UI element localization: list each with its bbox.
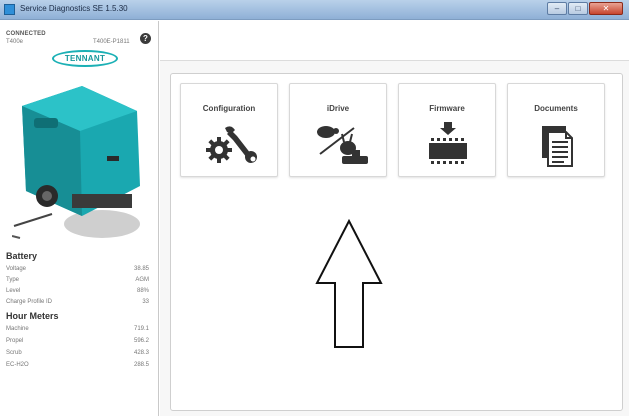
machine-image (12, 86, 140, 239)
machine-serial: T400E-P1811 (93, 39, 130, 45)
main-content: Configuration iDrive Firmware Documents (160, 21, 629, 416)
scrub-hours-label: Scrub (6, 350, 22, 356)
documents-tile-label: Documents (534, 104, 578, 113)
window-titlebar: Service Diagnostics SE 1.5.30 – □ ✕ (0, 0, 629, 20)
window-title: Service Diagnostics SE 1.5.30 (20, 4, 128, 13)
propel-hours-value: 596.2 (133, 338, 149, 344)
scrub-hours-row: Scrub 428.3 (6, 350, 149, 360)
window-controls: – □ ✕ (547, 2, 623, 16)
documents-icon (542, 126, 573, 167)
battery-voltage-value: 38.85 (133, 266, 149, 272)
brand-logo: TENNANT (52, 50, 118, 67)
firmware-tile[interactable]: Firmware (398, 83, 496, 177)
battery-type-row: Type AGM (6, 277, 149, 287)
firmware-chip-download-icon (429, 122, 467, 164)
help-icon[interactable]: ? (140, 33, 151, 44)
machine-hours-value: 719.1 (133, 326, 149, 332)
hour-meters-section-title: Hour Meters (6, 311, 59, 321)
ec-h2o-hours-value: 288.5 (133, 362, 149, 368)
ec-h2o-hours-row: EC-H2O 288.5 (6, 362, 149, 372)
battery-voltage-label: Voltage (6, 266, 27, 272)
charge-profile-label: Charge Profile ID (6, 299, 53, 305)
idrive-tile[interactable]: iDrive (289, 83, 387, 177)
battery-level-label: Level (6, 288, 21, 294)
maximize-button[interactable]: □ (568, 2, 588, 15)
documents-tile[interactable]: Documents (507, 83, 605, 177)
battery-type-value: AGM (135, 277, 149, 283)
battery-level-row: Level 88% (6, 288, 149, 298)
machine-hours-label: Machine (6, 326, 29, 332)
battery-voltage-row: Voltage 38.85 (6, 266, 149, 276)
close-button[interactable]: ✕ (589, 2, 623, 15)
machine-model: T400e (6, 39, 24, 45)
idrive-tile-label: iDrive (326, 104, 350, 113)
idrive-turtle-rabbit-icon (317, 126, 368, 164)
propel-hours-row: Propel 596.2 (6, 338, 149, 348)
connection-status: CONNECTED (6, 31, 46, 37)
pointer-arrow (315, 219, 383, 348)
machine-hours-row: Machine 719.1 (6, 326, 149, 336)
configuration-tile[interactable]: Configuration (180, 83, 278, 177)
app-icon (4, 4, 15, 15)
ec-h2o-hours-label: EC-H2O (6, 362, 29, 368)
tools-gear-wrench-icon (206, 126, 257, 163)
charge-profile-row: Charge Profile ID 33 (6, 299, 149, 309)
machine-info-sidebar: CONNECTED T400e T400E-P1811 ? TENNANT Ba… (0, 21, 159, 416)
battery-section-title: Battery (6, 251, 38, 261)
propel-hours-label: Propel (6, 338, 24, 344)
firmware-tile-label: Firmware (429, 104, 465, 113)
battery-level-value: 88% (136, 288, 149, 294)
minimize-button[interactable]: – (547, 2, 567, 15)
configuration-tile-label: Configuration (202, 104, 256, 113)
top-strip (160, 21, 629, 61)
tools-panel: Configuration iDrive Firmware Documents (170, 73, 623, 411)
charge-profile-value: 33 (142, 299, 149, 305)
scrub-hours-value: 428.3 (133, 350, 149, 356)
battery-type-label: Type (6, 277, 20, 283)
